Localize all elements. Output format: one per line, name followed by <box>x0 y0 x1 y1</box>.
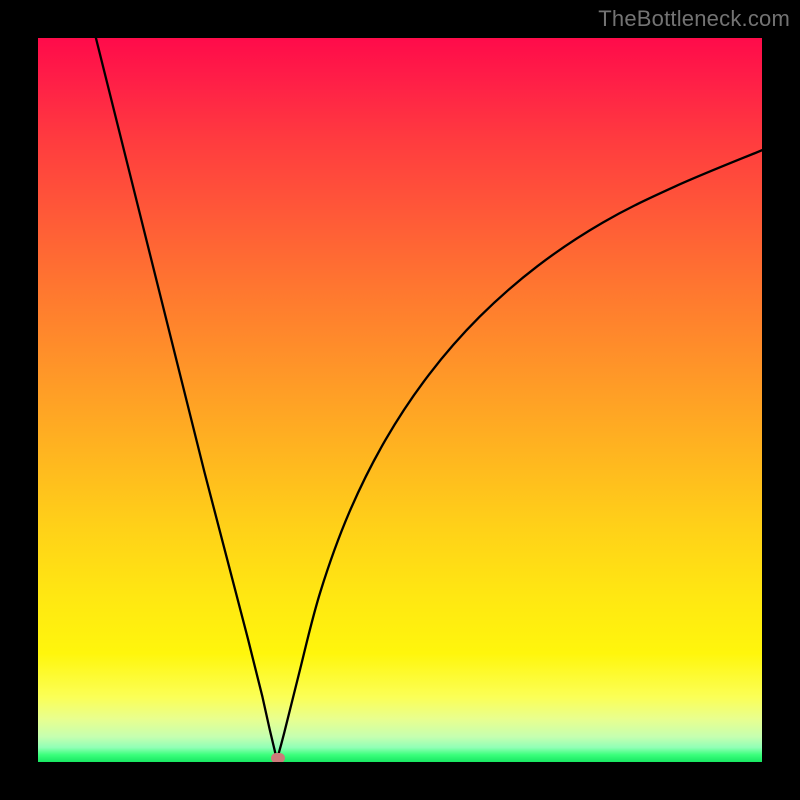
minimum-marker <box>271 753 285 762</box>
watermark-text: TheBottleneck.com <box>598 6 790 32</box>
bottleneck-curve <box>38 38 762 762</box>
chart-frame: TheBottleneck.com <box>0 0 800 800</box>
plot-area <box>38 38 762 762</box>
